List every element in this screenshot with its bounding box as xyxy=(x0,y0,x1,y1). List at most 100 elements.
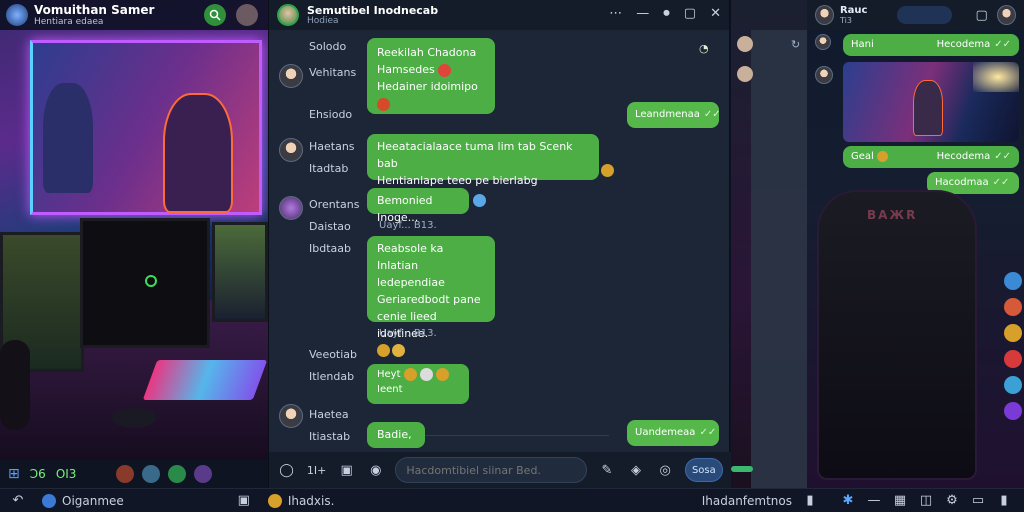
emoji-icon xyxy=(377,344,390,357)
app-icon[interactable] xyxy=(267,493,282,508)
display-icon[interactable]: ▭ xyxy=(968,491,988,511)
heart-emoji-icon xyxy=(438,63,452,77)
contact-avatar[interactable] xyxy=(815,5,834,25)
message-text: Geal xyxy=(851,151,874,162)
sender-name: Orentans xyxy=(309,198,360,211)
app-icon[interactable] xyxy=(194,465,213,483)
sticker-icon[interactable]: ◈ xyxy=(627,460,646,480)
app-icon[interactable] xyxy=(42,493,56,508)
emoji-icon xyxy=(601,164,614,177)
screenshot-icon[interactable]: ▢ xyxy=(972,5,991,25)
outgoing-bubble[interactable]: Uandemeaa ✓✓ xyxy=(627,420,719,446)
app-icon[interactable] xyxy=(1004,350,1022,368)
refresh-icon[interactable]: ↻ xyxy=(791,38,800,51)
sender-avatar[interactable] xyxy=(279,196,303,220)
message-bubble[interactable]: Reabsole ka Inlatian ledependiae Geriare… xyxy=(367,236,495,340)
layout-icon[interactable]: ◫ xyxy=(916,491,936,511)
avatar[interactable] xyxy=(737,66,753,82)
restore-icon[interactable]: ▢ xyxy=(684,6,696,21)
outgoing-bubble[interactable]: Leandmenaa ✓✓ xyxy=(627,102,721,128)
desktop: Vomuithan Samer Hentiara edaea ⊞ Ɔ6 OI3 … xyxy=(0,0,1024,512)
app-icon[interactable] xyxy=(1004,298,1022,316)
message-bubble[interactable]: Reekilah Chadona Hamsedes Hedainer idoim… xyxy=(367,38,495,114)
more-icon[interactable]: ⋯ xyxy=(609,6,622,21)
sender-avatar[interactable] xyxy=(279,404,303,428)
sender-avatar[interactable] xyxy=(815,66,833,84)
window-controls: ⋯ — ⏺ ▢ ✕ xyxy=(609,6,721,21)
message-list: Solodo Vehitans Ehsiodo Reekilah Chadona… xyxy=(269,30,729,450)
close-icon[interactable]: ✕ xyxy=(710,6,721,21)
headset xyxy=(0,340,30,430)
taskbar-right-label[interactable]: Ihadanfemtnos xyxy=(702,494,792,508)
message-bubble[interactable]: Heeatacialaace tuma lim tab Scenk bab He… xyxy=(367,134,599,204)
attachment-icon[interactable]: ▣ xyxy=(337,460,356,480)
message-time: Solodo xyxy=(309,40,347,53)
windows-icon[interactable]: ⊞ xyxy=(8,466,20,482)
minimize-icon[interactable]: — xyxy=(636,6,649,21)
camera-icon[interactable]: ◉ xyxy=(366,460,385,480)
message-text: Reekilah Chadona xyxy=(377,46,477,59)
app-icon[interactable] xyxy=(116,465,135,483)
app-icon[interactable] xyxy=(1004,402,1022,420)
monitor xyxy=(80,218,210,348)
message-time: Daistao xyxy=(309,220,351,233)
game-artwork xyxy=(30,40,262,215)
left-taskbar-item[interactable]: Ɔ6 xyxy=(30,467,46,481)
message-bubble[interactable]: Heyt Ieent xyxy=(367,364,469,404)
toggle-icon[interactable]: ⏺ xyxy=(663,6,670,21)
app-icon[interactable] xyxy=(168,465,187,483)
background-chat-window xyxy=(0,0,268,488)
message-reaction-icon[interactable]: ◔ xyxy=(699,42,709,55)
message-text: Hecodema xyxy=(936,39,991,50)
emoji-icon xyxy=(419,367,433,381)
message-text: Leandmenaa xyxy=(635,109,700,120)
message-bubble[interactable]: Badie, xyxy=(367,422,425,448)
sender-avatar[interactable] xyxy=(279,138,303,162)
message-text: Hedainer idoimipo xyxy=(377,80,478,93)
avatar[interactable] xyxy=(737,36,753,52)
app-icon[interactable] xyxy=(1004,272,1022,290)
search-button[interactable] xyxy=(204,4,226,26)
app-icon[interactable] xyxy=(142,465,161,483)
minus-icon[interactable]: — xyxy=(864,491,884,511)
shared-image[interactable] xyxy=(843,62,1019,142)
app-icon[interactable] xyxy=(1004,324,1022,342)
network-icon[interactable]: ✱ xyxy=(838,491,858,511)
window-icon[interactable]: ▣ xyxy=(234,491,254,511)
read-receipt-icon: ✓✓ xyxy=(699,427,717,438)
notification-icon[interactable]: ▮ xyxy=(994,491,1014,511)
sender-avatar[interactable] xyxy=(279,64,303,88)
settings-icon[interactable]: ⚙ xyxy=(942,491,962,511)
emoji-icon xyxy=(403,367,417,381)
taskbar-center-label[interactable]: Ihadxis. xyxy=(288,494,335,508)
emoji-icon xyxy=(436,367,450,381)
message-bubble[interactable]: Bemonied Inoge... xyxy=(367,188,469,224)
profile-button[interactable] xyxy=(236,4,258,26)
left-taskbar-item[interactable]: OI3 xyxy=(56,467,77,481)
gaming-chair: BAЖR xyxy=(817,190,977,480)
message-time: Ibdtaab xyxy=(309,242,351,255)
message-bubble[interactable]: Hani Hecodema ✓✓ xyxy=(843,34,1019,56)
sender-name: Veeotiab xyxy=(309,348,358,361)
sender-name: Vehitans xyxy=(309,66,357,79)
back-icon[interactable]: ↶ xyxy=(8,491,28,511)
app-icon[interactable] xyxy=(1004,376,1022,394)
mic-icon[interactable]: ▮ xyxy=(800,491,820,511)
send-button[interactable]: Sosa xyxy=(684,458,724,482)
left-window-title: Vomuithan Samer xyxy=(34,3,155,17)
mouse xyxy=(112,408,156,428)
contact-avatar[interactable] xyxy=(277,4,299,26)
message-text: Hani xyxy=(851,39,874,50)
right-chat-window: Rauc Ti3 ▢ Hani Hecodema ✓✓ Geal Hecodema… xyxy=(807,0,1024,488)
user-avatar[interactable] xyxy=(997,5,1016,25)
character-figure xyxy=(163,93,233,213)
voice-icon[interactable]: ◎ xyxy=(656,460,675,480)
sender-avatar[interactable] xyxy=(815,34,831,50)
grid-icon[interactable]: ▦ xyxy=(890,491,910,511)
status-pill[interactable] xyxy=(897,6,953,24)
pen-icon[interactable]: ✎ xyxy=(597,460,616,480)
message-input[interactable] xyxy=(395,457,588,483)
emoji-picker-icon[interactable]: ◯ xyxy=(277,460,296,480)
taskbar-app-label[interactable]: Oiganmee xyxy=(62,494,124,508)
message-bubble[interactable]: Geal Hecodema ✓✓ xyxy=(843,146,1019,168)
